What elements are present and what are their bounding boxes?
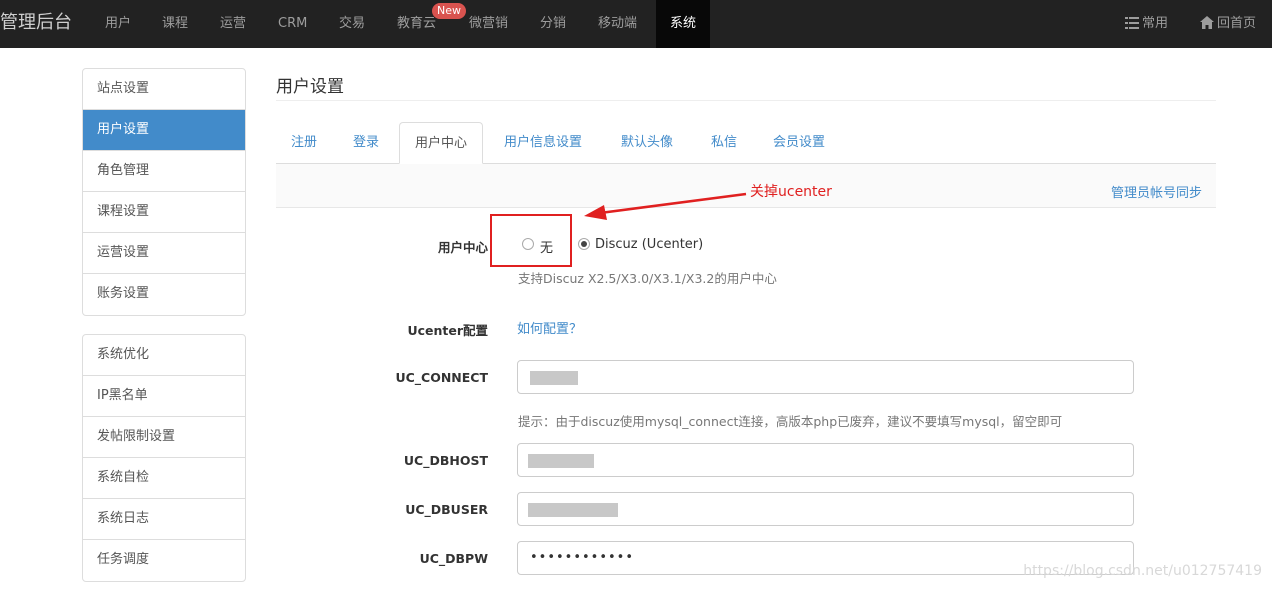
common-link[interactable]: 常用 [1125, 0, 1168, 48]
uc-dbhost-input[interactable] [517, 443, 1134, 477]
uc-dbpw-label: UC_DBPW [419, 551, 488, 566]
nav-crm[interactable]: CRM [278, 0, 307, 48]
support-help-text: 支持Discuz X2.5/X3.0/X3.1/X3.2的用户中心 [518, 271, 777, 286]
sidebar-item-user-settings[interactable]: 用户设置 [83, 110, 245, 151]
radio-discuz[interactable] [578, 238, 590, 250]
tab-user-center[interactable]: 用户中心 [399, 122, 484, 164]
redacted-value [530, 371, 578, 385]
home-label: 回首页 [1217, 16, 1257, 31]
nav-system[interactable]: 系统 [656, 0, 711, 48]
uc-connect-input[interactable] [517, 360, 1134, 394]
uc-connect-hint: 提示：由于discuz使用mysql_connect连接，高版本php已废弃，建… [518, 414, 1063, 429]
tab-register[interactable]: 注册 [291, 122, 317, 164]
nav-micro-marketing[interactable]: 微营销 [469, 0, 508, 48]
nav-edu-cloud[interactable]: 教育云 [397, 0, 436, 48]
annotation-text: 关掉ucenter [750, 184, 832, 200]
new-badge: New [432, 3, 466, 19]
sidebar-item-post-limit[interactable]: 发帖限制设置 [83, 417, 245, 458]
uc-dbpw-value: •••••••••••• [530, 550, 635, 565]
top-navbar: 管理后台 用户 课程 运营 CRM 交易 教育云 New 微营销 分销 移动端 … [0, 0, 1272, 48]
nav-distribution[interactable]: 分销 [540, 0, 566, 48]
sidebar-item-optimization[interactable]: 系统优化 [83, 335, 245, 376]
redacted-value [528, 503, 618, 517]
ucenter-config-label: Ucenter配置 [407, 323, 488, 338]
sidebar-item-self-check[interactable]: 系统自检 [83, 458, 245, 499]
sidebar-item-account-settings[interactable]: 账务设置 [83, 274, 245, 315]
sidebar-item-operation-settings[interactable]: 运营设置 [83, 233, 245, 274]
uc-dbhost-label: UC_DBHOST [403, 453, 488, 468]
tab-user-info-settings[interactable]: 用户信息设置 [504, 122, 582, 164]
home-link[interactable]: 回首页 [1200, 0, 1256, 48]
uc-connect-label: UC_CONNECT [395, 370, 488, 385]
sidebar-item-role-management[interactable]: 角色管理 [83, 151, 245, 192]
sidebar-item-task-scheduling[interactable]: 任务调度 [83, 540, 245, 581]
annotation-arrow-icon [584, 192, 747, 220]
page-title: 用户设置 [276, 77, 344, 97]
nav-mobile[interactable]: 移动端 [598, 0, 637, 48]
how-to-config-link[interactable]: 如何配置？ [517, 318, 582, 337]
sidebar-group-settings: 站点设置 用户设置 角色管理 课程设置 运营设置 账务设置 [82, 68, 246, 316]
tab-member-settings[interactable]: 会员设置 [773, 122, 825, 164]
redacted-value [528, 454, 594, 468]
radio-none[interactable] [522, 238, 534, 250]
nav-courses[interactable]: 课程 [162, 0, 188, 48]
home-icon [1200, 16, 1214, 29]
sidebar-item-course-settings[interactable]: 课程设置 [83, 192, 245, 233]
uc-dbuser-input[interactable] [517, 492, 1134, 526]
radio-discuz-label[interactable]: Discuz (Ucenter) [595, 237, 703, 252]
radio-none-label[interactable]: 无 [540, 237, 553, 256]
sidebar-item-site-settings[interactable]: 站点设置 [83, 69, 245, 110]
tab-private-message[interactable]: 私信 [711, 122, 737, 164]
tab-default-avatar[interactable]: 默认头像 [621, 122, 673, 164]
title-divider [276, 100, 1216, 101]
watermark: https://blog.csdn.net/u012757419 [1023, 563, 1262, 579]
tab-login[interactable]: 登录 [353, 122, 379, 164]
uc-dbuser-label: UC_DBUSER [405, 502, 488, 517]
sidebar-item-ip-blacklist[interactable]: IP黑名单 [83, 376, 245, 417]
sidebar-item-system-log[interactable]: 系统日志 [83, 499, 245, 540]
admin-account-sync-link[interactable]: 管理员帐号同步 [1111, 182, 1202, 201]
nav-trade[interactable]: 交易 [339, 0, 365, 48]
nav-operations[interactable]: 运营 [220, 0, 246, 48]
brand-title[interactable]: 管理后台 [0, 0, 72, 48]
user-center-label: 用户中心 [437, 240, 488, 255]
common-label: 常用 [1142, 16, 1169, 31]
list-icon [1125, 17, 1139, 29]
sidebar-group-system: 系统优化 IP黑名单 发帖限制设置 系统自检 系统日志 任务调度 [82, 334, 246, 582]
nav-users[interactable]: 用户 [105, 0, 131, 48]
